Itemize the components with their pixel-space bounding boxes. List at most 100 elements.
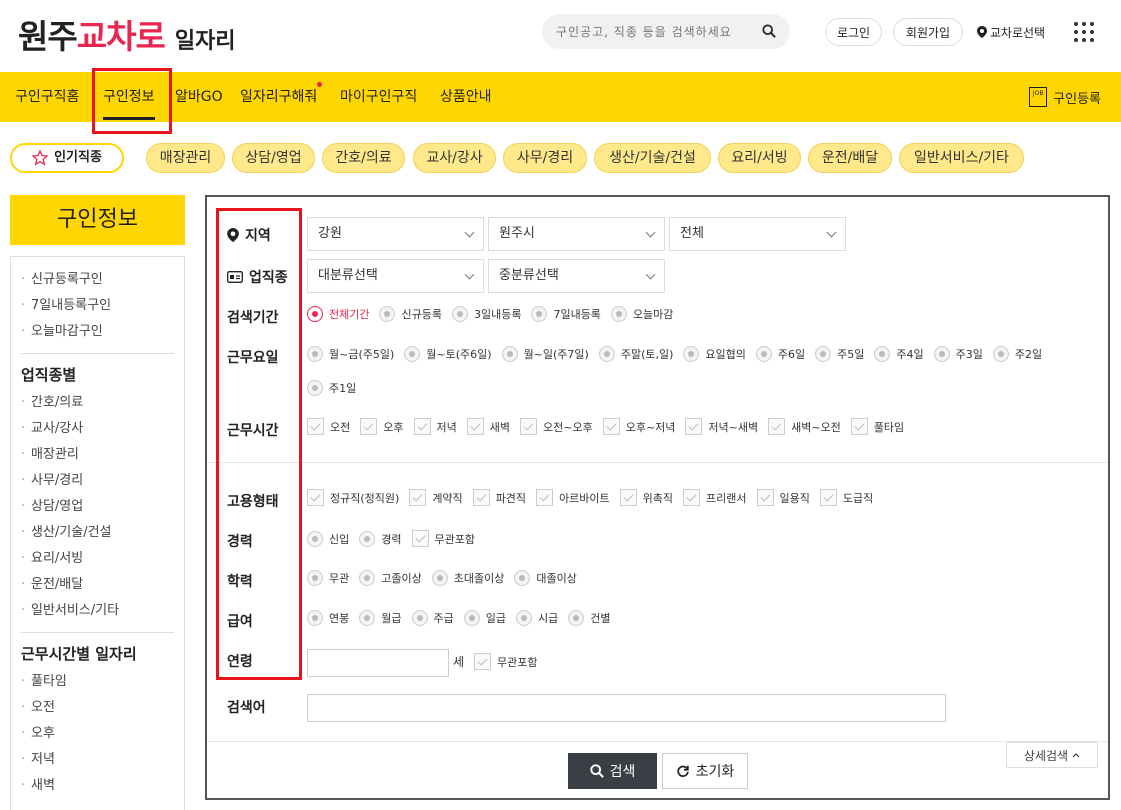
sidebar-item-evening[interactable]: 저녁 bbox=[21, 747, 174, 773]
career-option[interactable]: 신입 bbox=[307, 530, 349, 547]
radio[interactable] bbox=[451, 306, 468, 322]
checkbox[interactable] bbox=[756, 489, 774, 506]
worktime-option[interactable]: 풀타임 bbox=[850, 418, 904, 435]
job-register-button[interactable]: JOB 구인등록 bbox=[1029, 72, 1101, 122]
radio[interactable] bbox=[307, 530, 323, 547]
radio[interactable] bbox=[431, 570, 448, 586]
worktime-option[interactable]: 저녁 bbox=[413, 418, 457, 435]
worktime-option[interactable]: 오전 bbox=[307, 418, 350, 435]
jobtype-minor-select[interactable]: 중분류선택 bbox=[488, 259, 665, 293]
sidebar-item-office[interactable]: 사무/경리 bbox=[21, 468, 174, 494]
age-input[interactable] bbox=[307, 649, 449, 677]
radio[interactable] bbox=[516, 610, 532, 626]
workday-option[interactable]: 월~금(주5일) bbox=[307, 346, 394, 362]
period-option[interactable]: 전체기간 bbox=[307, 306, 369, 322]
radio[interactable] bbox=[531, 306, 548, 322]
area-select-button[interactable]: 교차로선택 bbox=[970, 18, 1052, 46]
nav-my-page[interactable]: 마이구인구직 bbox=[340, 72, 417, 122]
checkbox[interactable] bbox=[307, 418, 324, 435]
checkbox[interactable] bbox=[602, 418, 620, 435]
radio[interactable] bbox=[992, 346, 1009, 362]
workday-option[interactable]: 월~일(주7일) bbox=[501, 346, 589, 362]
checkbox[interactable] bbox=[466, 418, 484, 435]
education-option[interactable]: 초대졸이상 bbox=[431, 570, 504, 586]
region-city-select[interactable]: 원주시 bbox=[488, 217, 665, 251]
period-option[interactable]: 7일내등록 bbox=[531, 306, 601, 322]
search-input[interactable] bbox=[556, 24, 756, 39]
worktime-option[interactable]: 새벽~오전 bbox=[768, 418, 841, 435]
employment-option[interactable]: 도급직 bbox=[819, 489, 873, 506]
education-option[interactable]: 대졸이상 bbox=[514, 570, 577, 586]
workday-option[interactable]: 주말(토,일) bbox=[598, 346, 673, 362]
nav-home[interactable]: 구인구직홈 bbox=[15, 72, 79, 122]
period-option[interactable]: 신규등록 bbox=[379, 306, 442, 322]
checkbox[interactable] bbox=[683, 489, 701, 506]
employment-option[interactable]: 계약직 bbox=[409, 489, 463, 506]
radio[interactable] bbox=[359, 610, 376, 626]
keyword-input[interactable] bbox=[307, 694, 946, 722]
employment-option[interactable]: 정규직(정직원) bbox=[307, 489, 399, 506]
radio[interactable] bbox=[379, 306, 396, 322]
workday-option[interactable]: 요일협의 bbox=[683, 346, 746, 362]
chip-sales[interactable]: 상담/영업 bbox=[232, 143, 315, 173]
chip-office[interactable]: 사무/경리 bbox=[503, 143, 587, 173]
signup-button[interactable]: 회원가입 bbox=[893, 18, 963, 46]
salary-option[interactable]: 일급 bbox=[463, 610, 506, 626]
radio[interactable] bbox=[463, 610, 480, 626]
workday-option[interactable]: 주6일 bbox=[755, 346, 805, 362]
radio[interactable] bbox=[307, 570, 323, 586]
sidebar-item-today[interactable]: 오늘마감구인 bbox=[21, 319, 174, 345]
chip-service[interactable]: 일반서비스/기타 bbox=[899, 143, 1024, 173]
checkbox[interactable] bbox=[413, 418, 431, 435]
radio[interactable] bbox=[568, 610, 585, 626]
login-button[interactable]: 로그인 bbox=[825, 18, 882, 46]
radio[interactable] bbox=[755, 346, 772, 362]
radio-selected[interactable] bbox=[307, 306, 323, 322]
checkbox[interactable] bbox=[536, 489, 554, 506]
sidebar-item-sales[interactable]: 상담/영업 bbox=[21, 494, 174, 520]
employment-option[interactable]: 파견직 bbox=[472, 489, 526, 506]
nav-products[interactable]: 상품안내 bbox=[440, 72, 492, 122]
salary-option[interactable]: 건별 bbox=[568, 610, 611, 626]
checkbox[interactable] bbox=[768, 418, 786, 435]
detail-search-toggle[interactable]: 상세검색 bbox=[1006, 742, 1098, 768]
radio[interactable] bbox=[307, 610, 323, 626]
radio[interactable] bbox=[815, 346, 832, 362]
radio[interactable] bbox=[359, 570, 376, 586]
chip-medical[interactable]: 간호/의료 bbox=[322, 143, 405, 173]
chip-teacher[interactable]: 교사/강사 bbox=[413, 143, 496, 173]
period-option[interactable]: 3일내등록 bbox=[451, 306, 521, 322]
search-icon[interactable] bbox=[762, 24, 776, 38]
nav-albago[interactable]: 알바GO bbox=[175, 72, 223, 122]
checkbox[interactable] bbox=[850, 418, 868, 435]
workday-option[interactable]: 월~토(주6일) bbox=[404, 346, 492, 362]
sidebar-item-new[interactable]: 신규등록구인 bbox=[21, 267, 174, 293]
checkbox[interactable] bbox=[472, 489, 490, 506]
chip-production[interactable]: 생산/기술/건설 bbox=[594, 143, 711, 173]
sidebar-item-7days[interactable]: 7일내등록구인 bbox=[21, 293, 174, 319]
worktime-option[interactable]: 오후 bbox=[360, 418, 404, 435]
workday-option[interactable]: 주3일 bbox=[933, 346, 983, 362]
sidebar-item-teacher[interactable]: 교사/강사 bbox=[21, 416, 174, 442]
checkbox[interactable] bbox=[409, 489, 427, 506]
checkbox[interactable] bbox=[685, 418, 703, 435]
sidebar-item-service[interactable]: 일반서비스/기타 bbox=[21, 598, 174, 624]
career-option[interactable]: 경력 bbox=[359, 530, 402, 547]
worktime-option[interactable]: 새벽 bbox=[466, 418, 510, 435]
workday-option[interactable]: 주1일 bbox=[307, 380, 356, 396]
sidebar-item-afternoon[interactable]: 오후 bbox=[21, 721, 174, 747]
checkbox[interactable] bbox=[360, 418, 378, 435]
radio[interactable] bbox=[307, 346, 323, 362]
sidebar-item-medical[interactable]: 간호/의료 bbox=[21, 390, 174, 416]
checkbox[interactable] bbox=[474, 653, 492, 670]
radio[interactable] bbox=[501, 346, 518, 362]
period-option[interactable]: 오늘마감 bbox=[610, 306, 673, 322]
salary-option[interactable]: 주급 bbox=[411, 610, 454, 626]
radio[interactable] bbox=[359, 530, 376, 547]
site-logo[interactable]: 원주 교차로 일자리 bbox=[18, 10, 236, 56]
sidebar-item-dawn[interactable]: 새벽 bbox=[21, 773, 174, 799]
salary-option[interactable]: 시급 bbox=[516, 610, 558, 626]
chip-driving[interactable]: 운전/배달 bbox=[808, 143, 892, 173]
sidebar-item-fulltime[interactable]: 풀타임 bbox=[21, 669, 174, 695]
radio[interactable] bbox=[514, 570, 531, 586]
